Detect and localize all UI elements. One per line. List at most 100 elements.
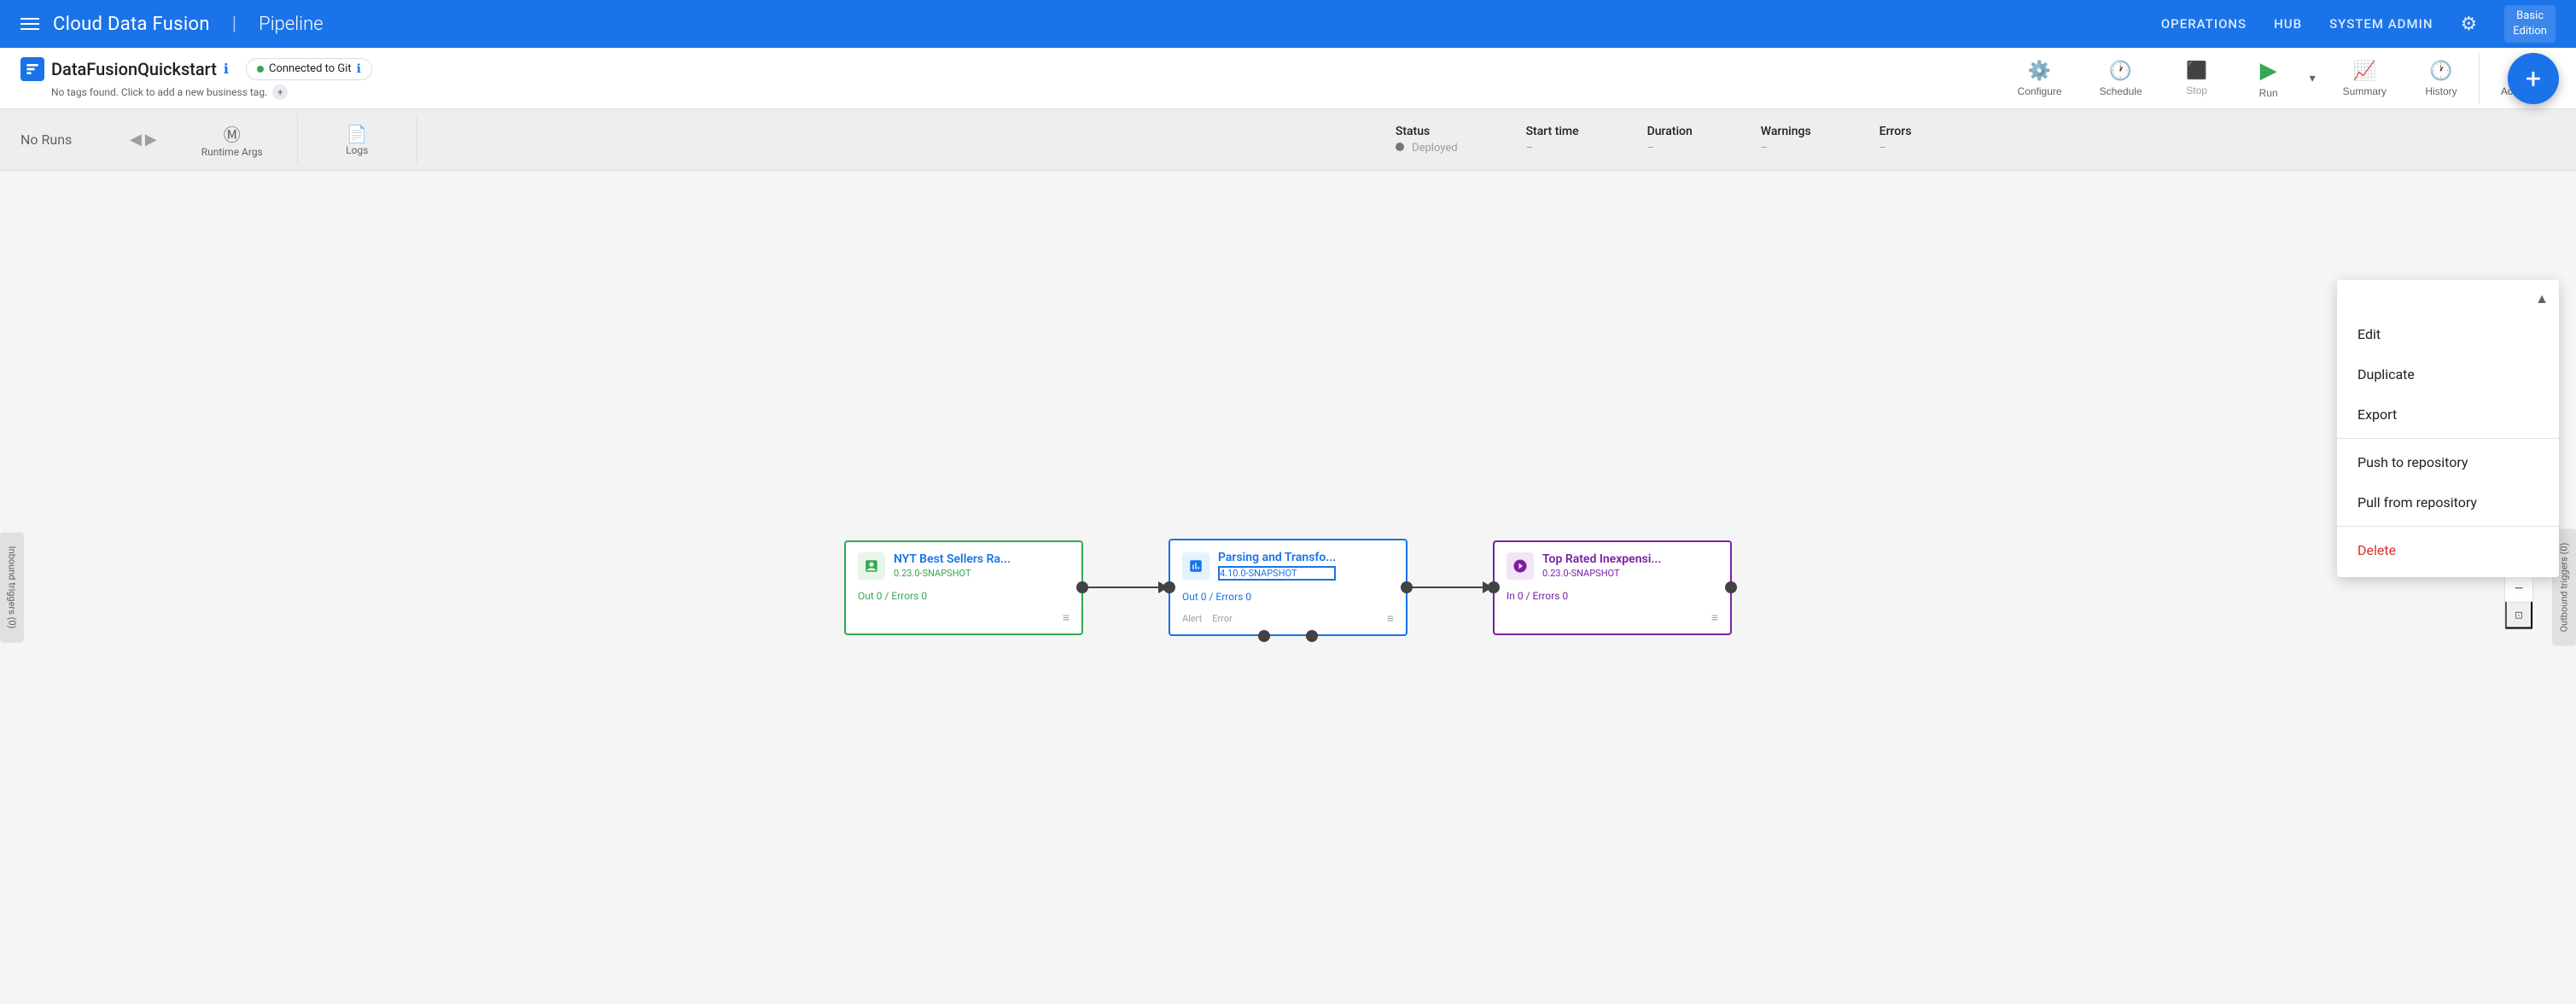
- dropdown-close-button[interactable]: ▲: [2535, 290, 2549, 307]
- run-status-bar: No Runs ◀ ▶ Ⓜ Runtime Args 📄 Logs Status…: [0, 109, 2576, 171]
- dropdown-divider-2: [2337, 526, 2559, 527]
- dropdown-delete[interactable]: Delete: [2337, 530, 2559, 570]
- configure-button[interactable]: ⚙️ Configure: [2001, 53, 2079, 104]
- transform-bottom-port-1: [1258, 630, 1270, 642]
- app-title: Cloud Data Fusion: [53, 14, 210, 35]
- start-time-value: –: [1526, 142, 1534, 155]
- source-node-version: 0.23.0-SNAPSHOT: [894, 568, 1011, 579]
- transform-node-stats: Out 0 / Errors 0: [1170, 586, 1406, 608]
- dropdown-pull-from-repository[interactable]: Pull from repository: [2337, 482, 2559, 522]
- status-header: Status: [1396, 125, 1430, 138]
- pipeline-canvas: NYT Best Sellers Ra... 0.23.0-SNAPSHOT O…: [0, 171, 2576, 1004]
- run-button-group: ▶ Run ▾: [2235, 50, 2322, 106]
- plus-icon: +: [2526, 62, 2541, 95]
- sink-node-header: Top Rated Inexpensi... 0.23.0-SNAPSHOT: [1495, 542, 1730, 585]
- run-nav-arrows: ◀ ▶: [130, 131, 157, 149]
- connector-2: [1407, 581, 1493, 593]
- sink-node-version: 0.23.0-SNAPSHOT: [1542, 568, 1661, 579]
- source-node-footer: ≡: [846, 607, 1081, 633]
- hamburger-menu[interactable]: [20, 18, 39, 30]
- tags-text: No tags found. Click to add a new busine…: [51, 86, 267, 98]
- dropdown-push-to-repository[interactable]: Push to repository: [2337, 442, 2559, 482]
- toolbar-actions: ⚙️ Configure 🕐 Schedule ⬛ Stop ▶ Run ▾: [2001, 50, 2556, 106]
- runtime-args-tab[interactable]: Ⓜ Runtime Args: [167, 114, 298, 165]
- nav-system-admin[interactable]: SYSTEM ADMIN: [2329, 16, 2433, 32]
- edition-badge: Basic Edition: [2504, 5, 2556, 43]
- run-dropdown-button[interactable]: ▾: [2303, 50, 2322, 106]
- pipeline-toolbar: DataFusionQuickstart ℹ Connected to Git …: [0, 48, 2576, 109]
- stop-button[interactable]: ⬛ Stop: [2163, 53, 2231, 103]
- transform-node-icon: [1182, 552, 1209, 580]
- sink-node-right-port: [1725, 581, 1737, 593]
- source-node-title: NYT Best Sellers Ra...: [894, 552, 1011, 566]
- no-runs-label: No Runs: [20, 131, 123, 148]
- transform-node[interactable]: Parsing and Transfo... 4.10.0-SNAPSHOT O…: [1169, 539, 1407, 636]
- pipeline-name: DataFusionQuickstart: [51, 59, 217, 79]
- transform-node-right-port: [1401, 581, 1413, 593]
- stop-label: Stop: [2186, 85, 2207, 96]
- settings-button[interactable]: ⚙: [2460, 13, 2477, 35]
- summary-label: Summary: [2343, 85, 2387, 97]
- status-col: Status Deployed: [1361, 125, 1492, 155]
- pipeline-info-icon[interactable]: ℹ: [224, 61, 229, 77]
- run-button[interactable]: ▶ Run: [2235, 50, 2303, 106]
- nav-hub[interactable]: HUB: [2274, 16, 2302, 32]
- title-divider: |: [232, 14, 236, 35]
- schedule-button[interactable]: 🕐 Schedule: [2083, 53, 2159, 104]
- warnings-value: –: [1761, 142, 1769, 155]
- sink-node-info: Top Rated Inexpensi... 0.23.0-SNAPSHOT: [1542, 552, 1661, 579]
- transform-node-alerts: Alert Error: [1182, 613, 1233, 624]
- pipeline-icon: [20, 57, 44, 81]
- nav-left: Cloud Data Fusion | Pipeline: [20, 14, 323, 35]
- add-tag-button[interactable]: +: [272, 85, 288, 100]
- source-node-header: NYT Best Sellers Ra... 0.23.0-SNAPSHOT: [846, 542, 1081, 585]
- pipeline-name-section: DataFusionQuickstart ℹ Connected to Git …: [20, 57, 372, 100]
- next-run-arrow[interactable]: ▶: [145, 131, 157, 149]
- git-info-icon[interactable]: ℹ: [357, 62, 361, 76]
- warnings-col: Warnings –: [1727, 125, 1845, 155]
- transform-node-version: 4.10.0-SNAPSHOT: [1218, 566, 1336, 581]
- zoom-fit-button[interactable]: ⊡: [2505, 602, 2532, 629]
- alert-label: Alert: [1182, 613, 1202, 624]
- prev-run-arrow[interactable]: ◀: [130, 131, 142, 149]
- runtime-args-icon: Ⓜ: [224, 121, 241, 146]
- dropdown-edit[interactable]: Edit: [2337, 314, 2559, 354]
- node-flow: NYT Best Sellers Ra... 0.23.0-SNAPSHOT O…: [844, 539, 1732, 636]
- conn-line-1: [1083, 587, 1158, 588]
- duration-header: Duration: [1647, 125, 1693, 138]
- schedule-label: Schedule: [2100, 85, 2142, 97]
- configure-icon: ⚙️: [2028, 60, 2051, 82]
- dropdown-export[interactable]: Export: [2337, 394, 2559, 435]
- history-icon: 🕐: [2429, 60, 2452, 82]
- history-button[interactable]: 🕐 History: [2407, 53, 2475, 104]
- source-node[interactable]: NYT Best Sellers Ra... 0.23.0-SNAPSHOT O…: [844, 540, 1083, 635]
- sink-node-menu-icon[interactable]: ≡: [1711, 610, 1718, 625]
- transform-node-menu-icon[interactable]: ≡: [1387, 611, 1394, 626]
- actions-dropdown-menu: ▲ Edit Duplicate Export Push to reposito…: [2337, 280, 2559, 577]
- fab-add-button[interactable]: +: [2508, 53, 2559, 104]
- dropdown-header: ▲: [2337, 287, 2559, 314]
- connector-1: [1083, 581, 1169, 593]
- git-badge-label: Connected to Git: [269, 62, 352, 75]
- source-node-right-port: [1076, 581, 1088, 593]
- transform-bottom-ports: [1170, 630, 1406, 642]
- source-node-info: NYT Best Sellers Ra... 0.23.0-SNAPSHOT: [894, 552, 1011, 579]
- nav-operations[interactable]: OPERATIONS: [2161, 16, 2247, 32]
- transform-node-info: Parsing and Transfo... 4.10.0-SNAPSHOT: [1218, 551, 1336, 581]
- git-badge[interactable]: Connected to Git ℹ: [246, 58, 372, 80]
- logs-tab[interactable]: 📄 Logs: [298, 117, 417, 163]
- summary-button[interactable]: 📈 Summary: [2326, 53, 2404, 104]
- dropdown-duplicate[interactable]: Duplicate: [2337, 354, 2559, 394]
- sink-node[interactable]: Top Rated Inexpensi... 0.23.0-SNAPSHOT I…: [1493, 540, 1732, 635]
- warnings-header: Warnings: [1761, 125, 1811, 138]
- pipeline-canvas-area: Inbound triggers (0) Outbound triggers (…: [0, 171, 2576, 1004]
- logs-label: Logs: [346, 144, 368, 156]
- status-dot: [1396, 143, 1404, 151]
- zoom-out-button[interactable]: −: [2505, 575, 2532, 602]
- errors-value: –: [1880, 142, 1887, 155]
- transform-node-header: Parsing and Transfo... 4.10.0-SNAPSHOT: [1170, 540, 1406, 586]
- dropdown-divider-1: [2337, 438, 2559, 439]
- start-time-col: Start time –: [1492, 125, 1613, 155]
- source-node-menu-icon[interactable]: ≡: [1063, 610, 1069, 625]
- run-columns: Status Deployed Start time – Duration – …: [1361, 125, 2556, 155]
